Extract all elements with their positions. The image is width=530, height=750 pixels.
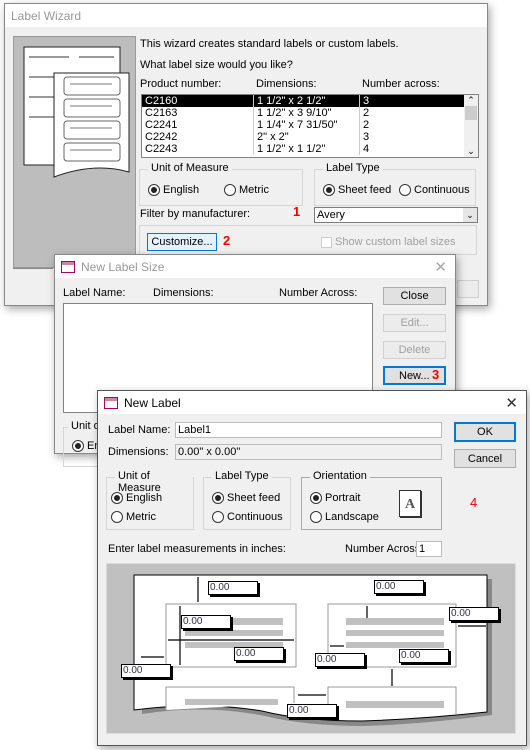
cell: 1 1/2" x 1 1/2" xyxy=(254,143,360,155)
orientation-group: Orientation Portrait Landscape A xyxy=(301,470,442,530)
col-number-across: Number Across: xyxy=(279,287,358,299)
filter-label: Filter by manufacturer: xyxy=(140,208,251,220)
number-across-input[interactable]: 1 xyxy=(416,541,442,557)
label-type-group: Label Type Sheet feed Continuous xyxy=(203,470,291,530)
scroll-up-icon[interactable]: ⌃ xyxy=(464,95,478,106)
measurement-input[interactable]: 0.00 xyxy=(208,581,258,595)
new-label-size-title: New Label Size xyxy=(55,255,455,278)
divider xyxy=(13,268,53,269)
cell: 3 xyxy=(363,95,370,107)
number-across-label: Number Across: xyxy=(345,543,424,555)
app-icon xyxy=(61,260,75,273)
annotation-1: 1 xyxy=(293,204,301,219)
cell: 3 xyxy=(363,131,370,143)
label-wizard-title: Label Wizard xyxy=(5,4,487,27)
measurement-input[interactable]: 0.00 xyxy=(399,649,449,663)
close-icon[interactable]: ✕ xyxy=(505,394,518,412)
measurement-input[interactable]: 0.00 xyxy=(121,664,171,678)
cell: 1 1/2" x 2 1/2" xyxy=(254,95,360,107)
cell: C2160 xyxy=(142,95,254,107)
cell: 2 xyxy=(363,107,370,119)
customize-button[interactable]: Customize... xyxy=(147,233,217,251)
english-radio[interactable]: English xyxy=(111,492,162,504)
measurement-input[interactable]: 0.00 xyxy=(181,615,231,629)
cell: C2242 xyxy=(142,131,254,143)
annotation-3: 3 xyxy=(432,367,440,382)
list-scrollbar[interactable]: ⌃ ⌄ xyxy=(464,95,478,157)
edit-button[interactable]: Edit... xyxy=(383,314,446,332)
measurement-input[interactable]: 0.00 xyxy=(374,580,424,594)
list-item[interactable]: C2242 2" x 2" 3 xyxy=(142,131,478,143)
ok-button[interactable]: OK xyxy=(454,422,516,442)
measurement-input[interactable]: 0.00 xyxy=(287,704,337,718)
list-item[interactable]: C2163 1 1/2" x 3 9/10" 2 xyxy=(142,107,478,119)
cell: 1 1/4" x 7 31/50" xyxy=(254,119,360,131)
close-button[interactable]: Close xyxy=(383,287,446,305)
list-item[interactable]: C2243 1 1/2" x 1 1/2" 4 xyxy=(142,143,478,155)
new-label-window: New Label ✕ Label Name: Label1 Dimension… xyxy=(97,390,527,746)
metric-radio[interactable]: Metric xyxy=(111,511,156,523)
cell: 2" x 2" xyxy=(254,131,360,143)
wizard-finish-button[interactable] xyxy=(457,280,479,298)
delete-button[interactable]: Delete xyxy=(383,341,446,359)
label-size-list[interactable]: C2160 1 1/2" x 2 1/2" 3 C2163 1 1/2" x 3 9/1… xyxy=(141,94,479,158)
continuous-radio[interactable]: Continuous xyxy=(212,511,283,523)
chevron-down-icon[interactable]: ⌄ xyxy=(463,208,477,222)
sheet-feed-radio[interactable]: Sheet feed xyxy=(323,184,391,196)
dimensions-label: Dimensions: xyxy=(108,446,169,458)
wizard-question: What label size would you like? xyxy=(140,59,293,71)
label-name-input[interactable]: Label1 xyxy=(175,422,442,438)
unit-of-measure-group: Unit of Measure English Metric xyxy=(106,470,194,530)
col-label-name: Label Name: xyxy=(63,287,126,299)
cell: 4 xyxy=(363,143,370,155)
scroll-thumb[interactable] xyxy=(465,106,477,120)
continuous-radio[interactable]: Continuous xyxy=(399,184,470,196)
metric-radio[interactable]: Metric xyxy=(224,184,269,196)
cell: C2163 xyxy=(142,107,254,119)
portrait-page-icon: A xyxy=(399,490,421,517)
landscape-radio[interactable]: Landscape xyxy=(310,511,379,523)
col-dimensions: Dimensions: xyxy=(153,287,214,299)
wizard-intro: This wizard creates standard labels or c… xyxy=(140,38,399,50)
col-product: Product number: xyxy=(140,78,222,90)
close-icon[interactable]: ✕ xyxy=(434,258,447,276)
measurement-input[interactable]: 0.00 xyxy=(234,647,284,661)
cell: C2241 xyxy=(142,119,254,131)
cell: 2 xyxy=(363,119,370,131)
portrait-radio[interactable]: Portrait xyxy=(310,492,360,504)
show-custom-checkbox[interactable]: Show custom label sizes xyxy=(321,236,455,248)
label-type-group: Label Type Sheet feed Continuous xyxy=(314,162,476,206)
col-dimensions: Dimensions: xyxy=(256,78,317,90)
col-across: Number across: xyxy=(362,78,440,90)
annotation-2: 2 xyxy=(223,233,231,248)
english-radio[interactable]: English xyxy=(148,184,199,196)
wizard-illustration xyxy=(13,36,136,268)
scroll-down-icon[interactable]: ⌄ xyxy=(464,146,478,157)
manufacturer-select[interactable]: Avery ⌄ xyxy=(314,207,478,223)
label-name-label: Label Name: xyxy=(108,424,171,436)
cancel-button[interactable]: Cancel xyxy=(454,449,516,468)
measurement-diagram: 0.00 0.00 0.00 0.00 0.00 0.00 0.00 0.00 0.00 xyxy=(106,563,516,734)
annotation-4: 4 xyxy=(470,495,478,510)
cell: 1 1/2" x 3 9/10" xyxy=(254,107,360,119)
cell: C2243 xyxy=(142,143,254,155)
new-label-title: New Label xyxy=(98,391,526,414)
dimensions-value: 0.00" x 0.00" xyxy=(175,444,442,460)
list-item[interactable]: C2160 1 1/2" x 2 1/2" 3 xyxy=(142,95,478,107)
list-item[interactable]: C2241 1 1/4" x 7 31/50" 2 xyxy=(142,119,478,131)
sheet-feed-radio[interactable]: Sheet feed xyxy=(212,492,280,504)
measurement-input[interactable]: 0.00 xyxy=(315,653,365,667)
measurement-input[interactable]: 0.00 xyxy=(449,607,499,621)
app-icon xyxy=(104,396,118,409)
unit-of-measure-group: Unit of Measure English Metric xyxy=(139,162,303,206)
measure-label: Enter label measurements in inches: xyxy=(108,543,286,555)
